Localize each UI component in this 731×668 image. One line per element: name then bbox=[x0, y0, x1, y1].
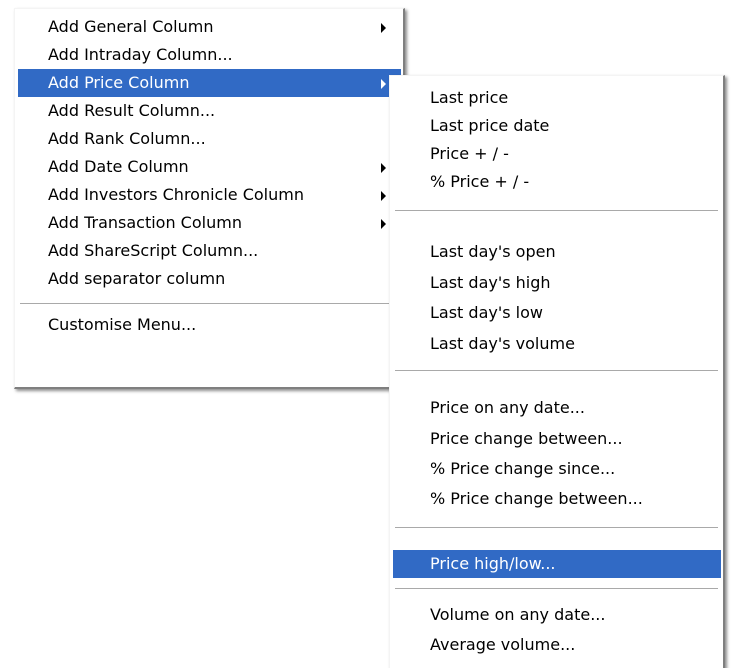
submenu-item-percent-price-change[interactable]: % Price + / - bbox=[393, 168, 721, 196]
menu-item-label: Last day's volume bbox=[430, 334, 575, 353]
submenu-item-last-price[interactable]: Last price bbox=[393, 84, 721, 112]
menu-item-label: Last price date bbox=[430, 116, 550, 135]
submenu-item-percent-price-change-between[interactable]: % Price change between... bbox=[393, 485, 721, 513]
submenu-item-price-change[interactable]: Price + / - bbox=[393, 140, 721, 168]
menu-separator bbox=[395, 588, 718, 590]
menu-item-label: Price + / - bbox=[430, 144, 509, 163]
column-context-menu: Add General Column Add Intraday Column..… bbox=[14, 8, 405, 389]
menu-item-label: Add Rank Column... bbox=[48, 129, 206, 148]
menu-item-label: Last price bbox=[430, 88, 509, 107]
menu-item-add-date-column[interactable]: Add Date Column bbox=[18, 153, 401, 181]
menu-item-label: Last day's high bbox=[430, 273, 551, 292]
menu-separator bbox=[395, 370, 718, 372]
menu-item-customise-menu[interactable]: Customise Menu... bbox=[18, 311, 401, 339]
menu-item-label: Price change between... bbox=[430, 429, 623, 448]
menu-item-label: Add General Column bbox=[48, 17, 214, 36]
menu-item-add-result-column[interactable]: Add Result Column... bbox=[18, 97, 401, 125]
menu-separator bbox=[20, 303, 398, 305]
submenu-arrow-icon bbox=[381, 163, 386, 173]
menu-item-add-separator-column[interactable]: Add separator column bbox=[18, 265, 401, 293]
submenu-item-last-days-high[interactable]: Last day's high bbox=[393, 269, 721, 297]
menu-item-add-investors-chronicle-column[interactable]: Add Investors Chronicle Column bbox=[18, 181, 401, 209]
menu-item-add-intraday-column[interactable]: Add Intraday Column... bbox=[18, 41, 401, 69]
menu-item-label: Add Result Column... bbox=[48, 101, 216, 120]
menu-item-add-rank-column[interactable]: Add Rank Column... bbox=[18, 125, 401, 153]
menu-separator bbox=[395, 527, 718, 529]
menu-item-label: Add Investors Chronicle Column bbox=[48, 185, 304, 204]
submenu-item-last-days-open[interactable]: Last day's open bbox=[393, 238, 721, 266]
menu-item-add-sharescript-column[interactable]: Add ShareScript Column... bbox=[18, 237, 401, 265]
menu-item-label: Add Date Column bbox=[48, 157, 189, 176]
submenu-item-percent-price-change-since[interactable]: % Price change since... bbox=[393, 455, 721, 483]
menu-item-label: Last day's low bbox=[430, 303, 543, 322]
menu-separator bbox=[395, 210, 718, 212]
menu-item-label: Last day's open bbox=[430, 242, 556, 261]
menu-item-label: % Price + / - bbox=[430, 172, 530, 191]
submenu-item-price-on-any-date[interactable]: Price on any date... bbox=[393, 394, 721, 422]
menu-item-label: Add separator column bbox=[48, 269, 226, 288]
submenu-arrow-icon bbox=[381, 23, 386, 33]
submenu-arrow-icon bbox=[381, 219, 386, 229]
submenu-item-price-change-between[interactable]: Price change between... bbox=[393, 425, 721, 453]
submenu-arrow-icon bbox=[381, 191, 386, 201]
menu-item-label: Price on any date... bbox=[430, 398, 585, 417]
menu-item-label: % Price change since... bbox=[430, 459, 616, 478]
menu-item-label: Average volume... bbox=[430, 635, 576, 654]
menu-item-label: % Price change between... bbox=[430, 489, 643, 508]
menu-item-label: Customise Menu... bbox=[48, 315, 197, 334]
submenu-arrow-icon bbox=[381, 79, 386, 89]
menu-item-add-transaction-column[interactable]: Add Transaction Column bbox=[18, 209, 401, 237]
submenu-item-last-days-low[interactable]: Last day's low bbox=[393, 299, 721, 327]
submenu-item-average-volume[interactable]: Average volume... bbox=[393, 631, 721, 659]
menu-item-label: Add Intraday Column... bbox=[48, 45, 233, 64]
menu-item-add-price-column[interactable]: Add Price Column bbox=[18, 69, 401, 97]
submenu-item-last-days-volume[interactable]: Last day's volume bbox=[393, 330, 721, 358]
menu-item-label: Add Transaction Column bbox=[48, 213, 242, 232]
submenu-item-volume-on-any-date[interactable]: Volume on any date... bbox=[393, 601, 721, 629]
menu-item-label: Add ShareScript Column... bbox=[48, 241, 259, 260]
price-column-submenu: Last price Last price date Price + / - %… bbox=[389, 75, 725, 668]
menu-item-label: Add Price Column bbox=[48, 73, 190, 92]
menu-item-label: Volume on any date... bbox=[430, 605, 606, 624]
submenu-item-price-high-low[interactable]: Price high/low... bbox=[393, 550, 721, 578]
submenu-item-last-price-date[interactable]: Last price date bbox=[393, 112, 721, 140]
menu-item-add-general-column[interactable]: Add General Column bbox=[18, 13, 401, 41]
menu-item-label: Price high/low... bbox=[430, 554, 556, 573]
